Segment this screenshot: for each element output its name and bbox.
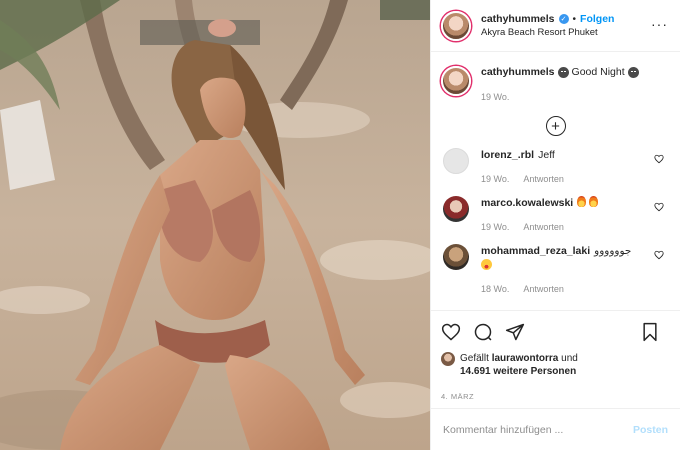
comment-time[interactable]: 19 Wo.	[481, 222, 509, 232]
caption-body: cathyhummels Good Night 19 Wo.	[481, 66, 639, 102]
beach-photo-illustration	[0, 0, 430, 450]
follow-button[interactable]: Folgen	[580, 13, 614, 25]
heart-icon[interactable]	[441, 322, 461, 342]
comment-meta: 19 Wo. Antworten	[481, 222, 641, 232]
reply-button[interactable]: Antworten	[523, 174, 564, 184]
post-actions-bar	[431, 310, 680, 352]
header-text: cathyhummels ✓ • Folgen Akyra Beach Reso…	[481, 13, 614, 38]
comment-text: Jeff	[538, 149, 555, 161]
likes-count[interactable]: 14.691 weitere Personen	[460, 366, 576, 377]
more-options-icon[interactable]: ···	[651, 17, 668, 31]
header-user-line: cathyhummels ✓ • Folgen	[481, 13, 614, 25]
sleeping-emoji-icon	[627, 66, 639, 78]
comment-avatar[interactable]	[443, 148, 469, 174]
comment-line: mohammad_reza_laki جوووووو	[481, 244, 641, 272]
comment-time[interactable]: 19 Wo.	[481, 174, 509, 184]
post-photo[interactable]	[0, 0, 430, 450]
comment-avatar[interactable]	[443, 244, 469, 270]
comment-line: lorenz_.rbl Jeff	[481, 148, 641, 162]
add-comment-bar: Posten	[431, 408, 680, 450]
sleeping-emoji-icon	[557, 66, 569, 78]
comment-username[interactable]: mohammad_reza_laki	[481, 245, 590, 257]
caption-line: cathyhummels Good Night	[481, 66, 639, 78]
post-caption: cathyhummels Good Night 19 Wo.	[441, 66, 670, 102]
caption-time[interactable]: 19 Wo.	[481, 92, 639, 102]
bookmark-icon[interactable]	[640, 322, 660, 342]
comments-section: cathyhummels Good Night 19 Wo. + lorenz_…	[431, 52, 680, 310]
verified-badge-icon: ✓	[558, 14, 569, 24]
comment-username[interactable]: marco.kowalewski	[481, 197, 573, 209]
post-side-panel: cathyhummels ✓ • Folgen Akyra Beach Reso…	[430, 0, 680, 450]
comment-input[interactable]	[443, 423, 623, 436]
paper-plane-icon[interactable]	[505, 322, 525, 342]
liker-username[interactable]: laurawontorra	[492, 353, 559, 364]
comment-body: lorenz_.rbl Jeff 19 Wo. Antworten	[481, 148, 641, 184]
comment-avatar[interactable]	[443, 196, 469, 222]
comment-item: marco.kowalewski 19 Wo. Antworten	[441, 196, 670, 232]
post-location[interactable]: Akyra Beach Resort Phuket	[481, 27, 614, 38]
likes-prefix: Gefällt	[460, 353, 489, 364]
post-date[interactable]: 4. März	[431, 378, 680, 408]
caption-username[interactable]: cathyhummels	[481, 66, 555, 78]
load-more-comments-button[interactable]: +	[545, 116, 566, 136]
like-comment-heart-icon[interactable]	[654, 250, 664, 260]
reply-button[interactable]: Antworten	[523, 222, 564, 232]
grinning-emoji-icon	[481, 259, 492, 270]
fire-emoji-icon	[589, 196, 599, 207]
author-avatar[interactable]	[441, 10, 471, 41]
separator-dot: •	[572, 13, 577, 25]
likes-summary: Gefällt laurawontorra und 14.691 weitere…	[431, 352, 680, 378]
liker-avatar[interactable]	[441, 352, 455, 366]
comment-item: lorenz_.rbl Jeff 19 Wo. Antworten	[441, 148, 670, 184]
comment-body: mohammad_reza_laki جوووووو 18 Wo. Antwort…	[481, 244, 641, 294]
likes-text: Gefällt laurawontorra und 14.691 weitere…	[460, 352, 578, 378]
caption-text: Good Night	[571, 66, 625, 78]
comment-time[interactable]: 18 Wo.	[481, 284, 509, 294]
comment-username[interactable]: lorenz_.rbl	[481, 149, 534, 161]
speech-bubble-icon[interactable]	[473, 322, 493, 342]
post-header: cathyhummels ✓ • Folgen Akyra Beach Reso…	[431, 0, 680, 52]
comment-meta: 18 Wo. Antworten	[481, 284, 641, 294]
comment-item: mohammad_reza_laki جوووووو 18 Wo. Antwort…	[441, 244, 670, 294]
comment-meta: 19 Wo. Antworten	[481, 174, 641, 184]
like-comment-heart-icon[interactable]	[654, 154, 664, 164]
author-username[interactable]: cathyhummels	[481, 13, 555, 25]
like-comment-heart-icon[interactable]	[654, 202, 664, 212]
caption-avatar[interactable]	[441, 66, 471, 96]
reply-button[interactable]: Antworten	[523, 284, 564, 294]
comment-body: marco.kowalewski 19 Wo. Antworten	[481, 196, 641, 232]
comment-line: marco.kowalewski	[481, 196, 641, 210]
likes-connector: und	[561, 353, 578, 364]
instagram-post: cathyhummels ✓ • Folgen Akyra Beach Reso…	[0, 0, 680, 450]
fire-emoji-icon	[577, 196, 587, 207]
post-comment-button[interactable]: Posten	[633, 424, 668, 436]
comment-text: جوووووو	[594, 245, 632, 257]
